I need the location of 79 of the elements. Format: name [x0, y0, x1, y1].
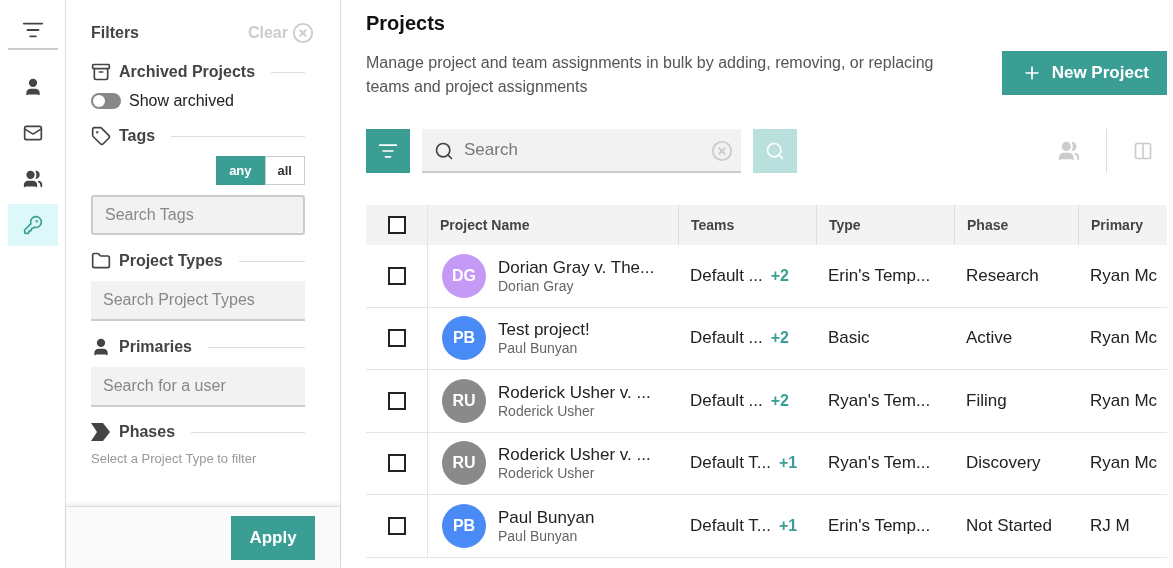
phase-cell-text: Not Started — [965, 515, 1053, 536]
team-name: Default ... — [690, 390, 763, 411]
section-title: Archived Projects — [119, 63, 256, 81]
row-checkbox[interactable] — [387, 454, 406, 473]
type-cell-text: Ryan's Tem... — [827, 390, 932, 411]
team-name: Default T... — [690, 515, 771, 536]
search-field[interactable]: Search Tags — [91, 195, 305, 235]
search-field[interactable]: Search — [422, 129, 741, 173]
phase-cell-text: Discovery — [965, 453, 1042, 474]
initials-avatar: PB — [442, 503, 486, 548]
primary-cell-text: Ryan Mc — [1089, 265, 1159, 286]
toggle-switch[interactable] — [91, 93, 121, 109]
type-cell-text: Erin's Temp... — [827, 265, 932, 286]
more-teams-count: +2 — [770, 329, 789, 348]
initials-avatar: RU — [442, 378, 486, 423]
toggle-label: Show archived — [129, 92, 234, 110]
phase-cell-text: Active — [965, 328, 1014, 349]
hint-text: Select a Project Type to filter — [91, 451, 258, 466]
match-option[interactable]: all — [264, 156, 305, 185]
row-checkbox[interactable] — [387, 391, 406, 410]
section-title: Project Types — [119, 252, 223, 270]
team-name: Default ... — [690, 265, 763, 286]
section-title: Phases — [119, 423, 176, 441]
more-teams-count: +1 — [778, 516, 798, 535]
more-teams-count: +2 — [770, 391, 789, 410]
mail-icon — [22, 123, 43, 143]
search-icon — [434, 141, 454, 161]
client-name: Roderick Usher — [498, 465, 596, 482]
client-name: Paul Bunyan — [498, 527, 579, 544]
row-checkbox[interactable] — [387, 516, 406, 535]
phase-cell-text: Filing — [965, 390, 1008, 411]
project-name[interactable]: Roderick Usher v. ... — [498, 445, 651, 466]
column-header[interactable]: Project Name — [428, 205, 678, 245]
section-title: Tags — [119, 127, 156, 145]
client-name: Dorian Gray — [498, 277, 575, 294]
primary-cell-text: Ryan Mc — [1089, 390, 1159, 411]
folder-icon — [91, 251, 111, 271]
page-description: Manage project and team assignments in bulk by adding, removing, or replacing teams and project assignments — [366, 53, 935, 97]
tag-icon — [91, 126, 111, 146]
project-name[interactable]: Test project! — [498, 320, 590, 341]
phase-cell-text: Research — [965, 265, 1040, 286]
primary-cell-text: Ryan Mc — [1089, 328, 1159, 349]
column-header[interactable]: Teams — [678, 205, 816, 245]
initials-avatar: DG — [442, 253, 486, 298]
row-checkbox[interactable] — [387, 329, 406, 348]
person-icon — [91, 337, 111, 357]
team-name: Default ... — [690, 328, 763, 349]
search-field[interactable]: Search for a user — [91, 367, 305, 407]
column-header[interactable]: Primary — [1078, 205, 1167, 245]
primary-cell-text: RJ M — [1089, 515, 1131, 536]
panel-title: Filters — [91, 24, 139, 42]
type-cell-text: Ryan's Tem... — [827, 453, 932, 474]
type-cell-text: Basic — [827, 328, 871, 349]
client-name: Roderick Usher — [498, 402, 596, 419]
search-icon — [765, 141, 785, 161]
filter-icon — [378, 141, 398, 161]
primary-cell-text: Ryan Mc — [1089, 453, 1159, 474]
column-header[interactable]: Type — [816, 205, 954, 245]
row-checkbox[interactable] — [387, 266, 406, 285]
more-teams-count: +2 — [770, 266, 789, 285]
project-name[interactable]: Roderick Usher v. ... — [498, 382, 651, 403]
close-icon — [292, 22, 314, 44]
people-icon — [22, 169, 43, 189]
type-cell-text: Erin's Temp... — [827, 515, 932, 536]
search-field[interactable]: Search Project Types — [91, 281, 305, 321]
column-header[interactable]: Phase — [954, 205, 1078, 245]
select-all-checkbox[interactable] — [387, 216, 406, 234]
project-name[interactable]: Dorian Gray v. The... — [498, 257, 655, 278]
key-icon — [22, 215, 43, 235]
archive-box-icon — [91, 62, 111, 82]
page-title: Projects — [366, 12, 446, 35]
chevron-tag-icon — [91, 423, 111, 441]
initials-avatar: RU — [442, 441, 486, 486]
more-teams-count: +1 — [778, 454, 798, 473]
section-title: Primaries — [119, 338, 192, 356]
initials-avatar: PB — [442, 316, 486, 361]
team-name: Default T... — [690, 453, 771, 474]
project-name[interactable]: Paul Bunyan — [498, 507, 595, 528]
client-name: Paul Bunyan — [498, 340, 579, 357]
